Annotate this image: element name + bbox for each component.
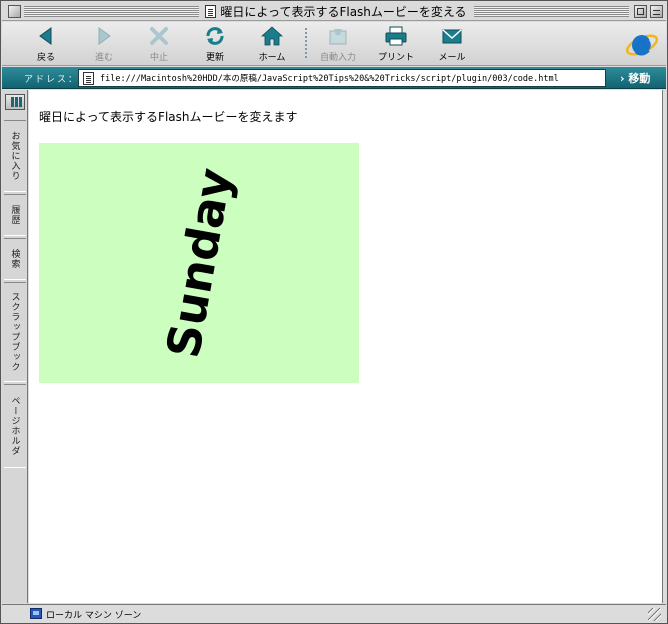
home-button[interactable]: ホーム <box>244 25 300 63</box>
toolbar-separator <box>305 28 307 58</box>
title-bar-stripes-right <box>474 6 629 17</box>
tab-page-holder[interactable]: ページホルダ <box>4 384 26 468</box>
flash-movie[interactable]: Sunday <box>39 143 359 383</box>
svg-text:e: e <box>633 32 650 62</box>
internet-explorer-logo[interactable]: e <box>624 26 660 62</box>
browser-window: 曜日によって表示するFlashムービーを変える 戻る 進む 中止 更新 ホーム … <box>0 0 668 624</box>
title-bar-stripes-left <box>24 6 199 17</box>
printer-icon <box>385 25 407 47</box>
flash-day-text: Sunday <box>155 164 243 362</box>
address-label: アドレス： <box>24 75 80 85</box>
mail-icon <box>441 25 463 47</box>
back-button[interactable]: 戻る <box>18 25 74 63</box>
refresh-button[interactable]: 更新 <box>187 25 243 63</box>
forward-button-label: 進む <box>94 53 113 63</box>
document-icon <box>205 5 217 18</box>
tab-scrapbook-label: スクラップブック <box>9 292 20 372</box>
back-arrow-icon <box>35 25 57 47</box>
address-field[interactable] <box>78 69 606 87</box>
tab-history[interactable]: 履歴 <box>4 194 26 236</box>
tab-search[interactable]: 検索 <box>4 238 26 280</box>
print-button[interactable]: プリント <box>368 25 424 63</box>
explorer-bar-toggle[interactable] <box>5 94 25 110</box>
autofill-button-label: 自動入力 <box>319 53 356 63</box>
zoom-box[interactable] <box>634 5 647 18</box>
forward-arrow-icon <box>93 25 115 47</box>
stop-button-label: 中止 <box>149 53 168 63</box>
print-button-label: プリント <box>377 53 414 63</box>
refresh-icon <box>204 25 226 47</box>
mail-button-label: メール <box>438 53 466 63</box>
window-title: 曜日によって表示するFlashムービーを変える <box>220 5 467 19</box>
autofill-icon <box>327 25 349 47</box>
collapse-box[interactable] <box>650 5 663 18</box>
page-document-icon <box>83 71 94 85</box>
autofill-button[interactable]: 自動入力 <box>310 25 366 63</box>
resize-grip[interactable] <box>648 608 661 621</box>
go-button[interactable]: › 移動 <box>620 70 650 86</box>
toolbar: 戻る 進む 中止 更新 ホーム 自動入力 プリント メール e <box>2 22 666 66</box>
right-frame-edge <box>662 90 666 603</box>
home-icon <box>260 25 284 47</box>
local-zone-icon <box>30 608 42 619</box>
stop-button[interactable]: 中止 <box>131 25 187 63</box>
home-button-label: ホーム <box>258 53 286 63</box>
tab-history-label: 履歴 <box>9 205 20 225</box>
page-content[interactable]: 曜日によって表示するFlashムービーを変えます Sunday <box>29 90 662 603</box>
close-box[interactable] <box>8 5 21 18</box>
mail-button[interactable]: メール <box>424 25 480 63</box>
tab-page-holder-label: ページホルダ <box>9 396 20 456</box>
page-heading: 曜日によって表示するFlashムービーを変えます <box>39 110 298 124</box>
status-bar: ローカル マシン ゾーン <box>2 604 666 623</box>
explorer-bar-tabs: お気に入り 履歴 検索 スクラップブック ページホルダ <box>2 90 28 603</box>
tab-search-label: 検索 <box>9 249 20 269</box>
back-button-label: 戻る <box>36 53 55 63</box>
forward-button[interactable]: 進む <box>76 25 132 63</box>
stop-x-icon <box>148 25 170 47</box>
refresh-button-label: 更新 <box>205 53 224 63</box>
window-title-wrap: 曜日によって表示するFlashムービーを変える <box>200 3 472 20</box>
security-zone-text: ローカル マシン ゾーン <box>46 611 142 621</box>
tab-scrapbook[interactable]: スクラップブック <box>4 282 26 382</box>
title-bar[interactable]: 曜日によって表示するFlashムービーを変える <box>2 2 666 21</box>
address-bar: アドレス： › 移動 <box>2 67 666 89</box>
tab-favorites[interactable]: お気に入り <box>4 120 26 192</box>
tab-favorites-label: お気に入り <box>9 131 20 181</box>
address-input[interactable] <box>100 73 600 83</box>
